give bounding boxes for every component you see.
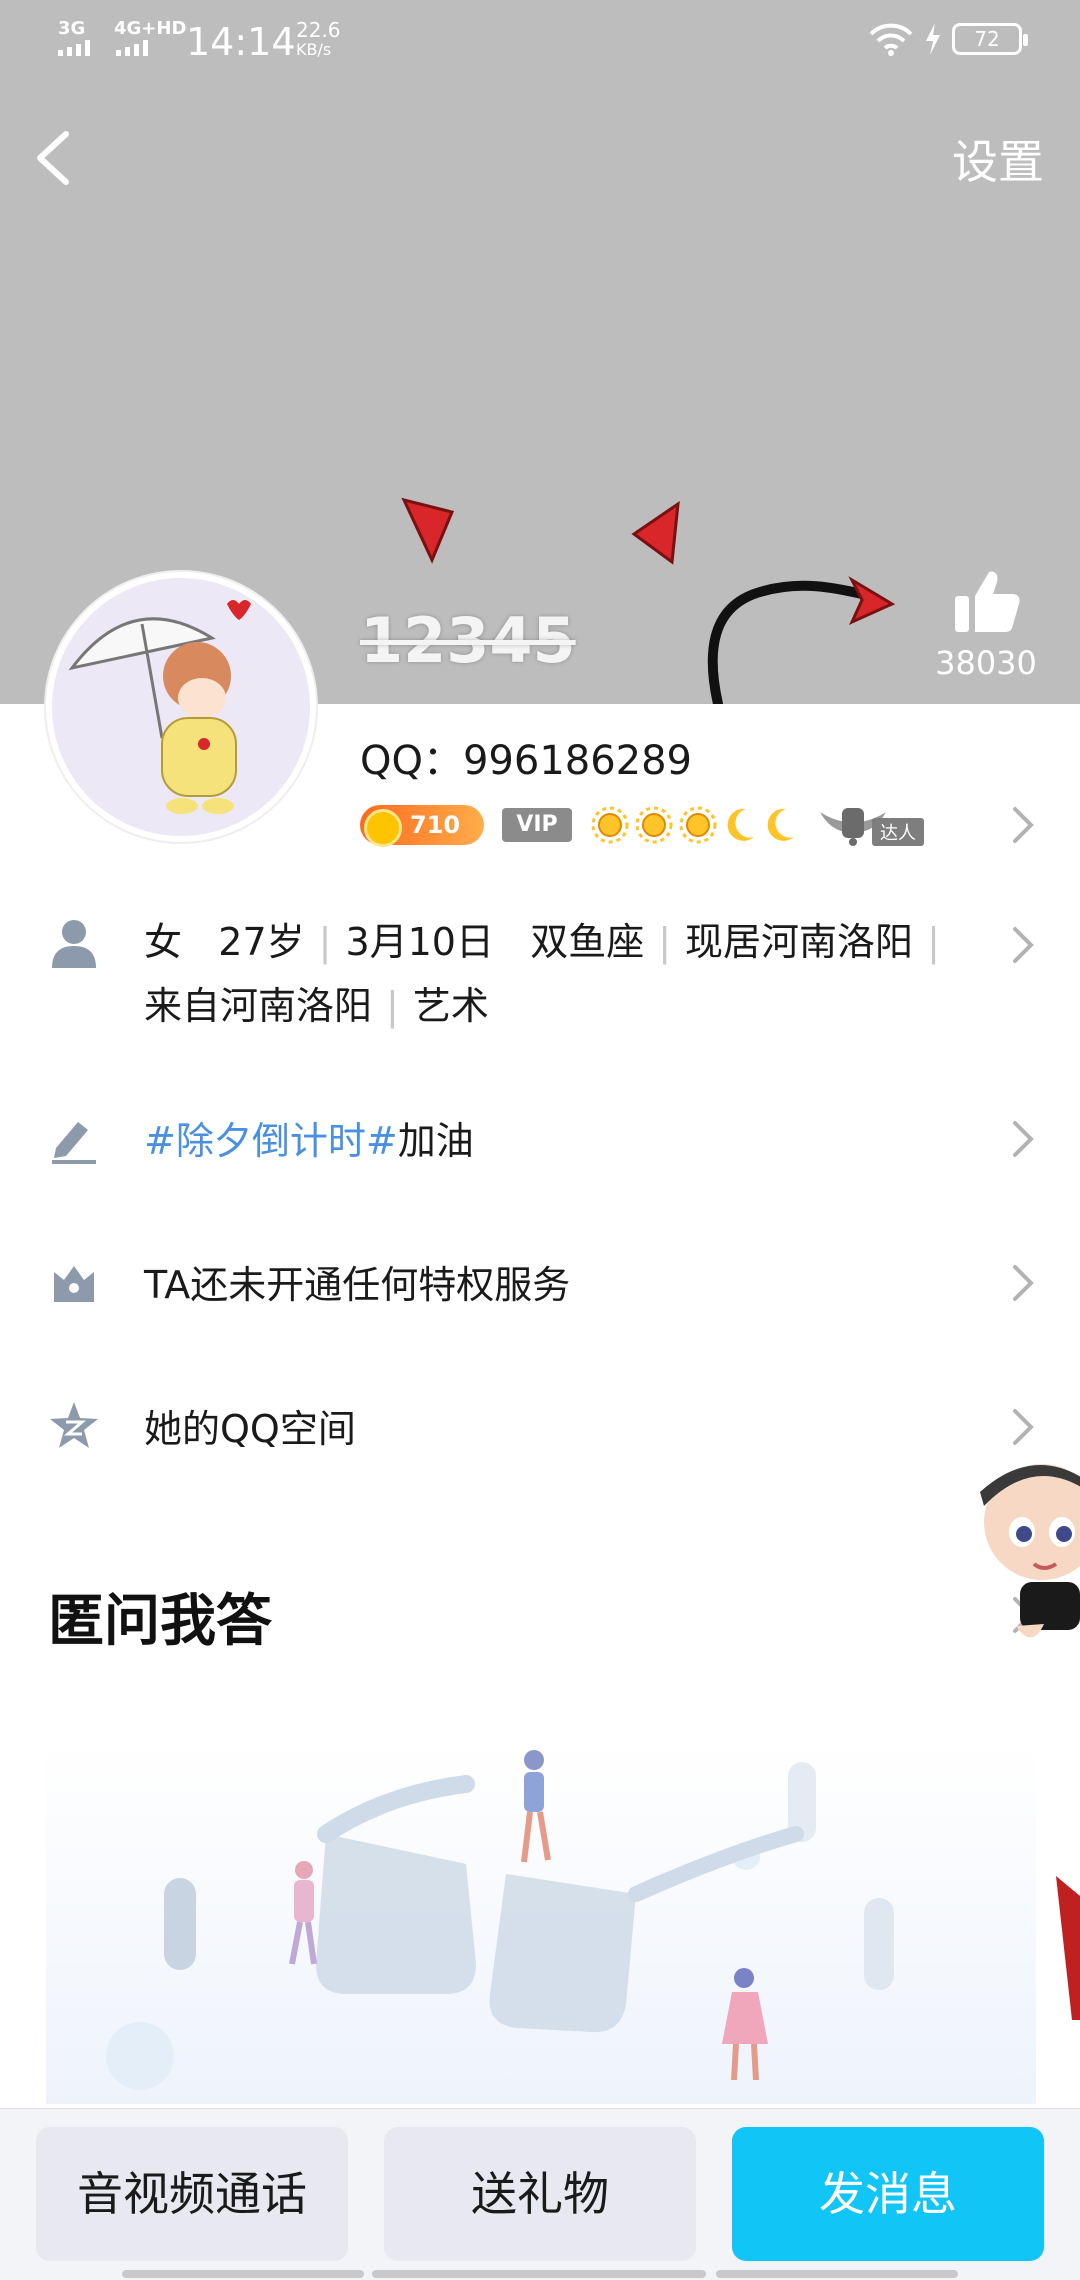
chevron-right-icon: [1013, 927, 1034, 963]
signature-text: #除夕倒计时#加油: [144, 1110, 474, 1165]
status-icons: 72: [868, 22, 1028, 56]
pencil-icon: [52, 1122, 96, 1164]
zodiac: 双鱼座: [530, 920, 645, 964]
nav-indicator: [372, 2270, 706, 2278]
chevron-right-icon: [1013, 1265, 1034, 1301]
battery-icon: 72: [952, 23, 1028, 55]
moon-icon: [727, 808, 754, 841]
avatar[interactable]: [46, 572, 316, 842]
privilege-row[interactable]: TA还未开通任何特权服务: [0, 1244, 1080, 1322]
mascot-avatar[interactable]: [956, 1436, 1080, 2020]
signal-icon: [58, 40, 90, 56]
wifi-icon: [869, 23, 913, 56]
sun-icon: [591, 806, 629, 844]
chevron-right-icon: [1013, 1121, 1034, 1157]
signal-icon: [116, 40, 148, 56]
birthday: 3月10日: [345, 920, 494, 964]
qa-illustration: [46, 1744, 1036, 2104]
charging-icon: [926, 23, 940, 55]
like-button[interactable]: 38030: [916, 566, 1056, 682]
crown-bag-icon: [54, 1266, 94, 1302]
like-count: 38030: [935, 644, 1037, 682]
sun-icon: [635, 806, 673, 844]
avatar-image: [52, 578, 310, 836]
network-speed: 22.6 KB/s: [296, 18, 341, 59]
nickname: 12345: [360, 604, 576, 677]
personal-info-row[interactable]: 女 27岁 | 3月10日 双鱼座 | 现居河南洛阳 | 来自河南洛阳 | 艺术: [0, 904, 1080, 1054]
vip-badge: VIP: [502, 808, 572, 842]
video-call-button[interactable]: 音视频通话: [36, 2127, 348, 2261]
sun-icon: [679, 806, 717, 844]
personal-info-text: 女 27岁 | 3月10日 双鱼座 | 现居河南洛阳 | 来自河南洛阳 | 艺术: [144, 920, 940, 1028]
network-type-2: 4G+HD: [114, 18, 187, 39]
expert-label: 达人: [872, 818, 924, 846]
residence: 现居河南洛阳: [685, 920, 914, 964]
badge-row[interactable]: 710 VIP 达人: [360, 800, 924, 850]
moon-icon: [767, 808, 794, 841]
qq-number: QQ：996186289: [360, 738, 693, 784]
nav-indicator: [122, 2270, 364, 2278]
clock: 14:14: [186, 20, 296, 64]
qq-level-icons: [590, 805, 798, 845]
expert-badge: 达人: [816, 802, 924, 848]
signature-row[interactable]: #除夕倒计时#加油: [0, 1100, 1080, 1178]
signature-content: 加油: [397, 1119, 474, 1163]
qzone-text: 她的QQ空间: [144, 1407, 356, 1451]
profession: 艺术: [412, 984, 489, 1028]
back-button[interactable]: [26, 126, 82, 190]
chevron-right-icon[interactable]: [1012, 806, 1034, 844]
age: 27岁: [218, 920, 305, 964]
send-gift-button[interactable]: 送礼物: [384, 2127, 696, 2261]
thumbs-up-icon: [955, 571, 1020, 632]
level-badge: 710: [360, 805, 484, 847]
privilege-text: TA还未开通任何特权服务: [144, 1263, 571, 1307]
qzone-star-icon: [50, 1402, 98, 1448]
bottom-action-bar: 音视频通话 送礼物 发消息: [0, 2108, 1080, 2280]
signature-hashtag[interactable]: #除夕倒计时#: [144, 1119, 398, 1163]
nav-indicator: [716, 2270, 958, 2278]
qzone-row[interactable]: 她的QQ空间: [0, 1388, 1080, 1466]
hometown: 来自河南洛阳: [144, 984, 373, 1028]
section-title: 匿问我答: [48, 1589, 272, 1654]
person-icon: [52, 920, 96, 968]
network-type-1: 3G: [58, 18, 86, 39]
settings-button[interactable]: 设置: [952, 126, 1044, 192]
send-message-button[interactable]: 发消息: [732, 2127, 1044, 2261]
status-bar: 3G 4G+HD 14:14 22.6 KB/s 72: [0, 0, 1080, 84]
gender: 女: [144, 920, 183, 964]
